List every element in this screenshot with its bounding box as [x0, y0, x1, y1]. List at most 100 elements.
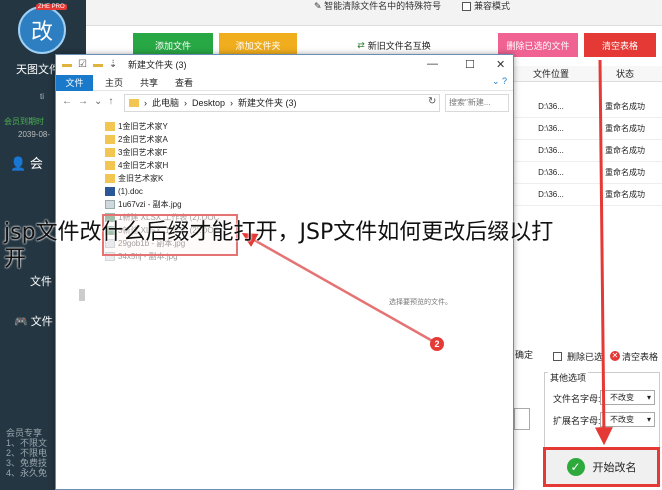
table-row[interactable]: D:\36... 重命名成功	[514, 184, 662, 206]
member-note: 会员专享	[6, 428, 43, 438]
file-list-item[interactable]: 4金旧艺术家H	[105, 159, 265, 172]
file-list-item[interactable]: 2金旧艺术家A	[105, 133, 265, 146]
quick-access-toolbar: ▬ ☑ ▬ ⇣	[62, 59, 117, 70]
delete-selected-label[interactable]: 删除已选	[567, 350, 603, 363]
file-list-item[interactable]: 金旧艺术家K	[105, 172, 265, 185]
folder-icon	[105, 135, 115, 144]
close-icon[interactable]: ✕	[496, 58, 505, 71]
cell-status: 重命名成功	[605, 190, 645, 199]
chevron-down-icon[interactable]: ⌄	[94, 96, 102, 107]
swap-names-label: 新旧文件名互换	[367, 40, 431, 51]
member-note: 3、免费技	[6, 458, 48, 468]
app-name: 天图文件	[16, 64, 60, 76]
member-note: 2、不限电	[6, 448, 48, 458]
member-expiry-label: 会员到期时	[4, 117, 44, 126]
folder-icon	[105, 174, 115, 183]
search-input[interactable]: 搜索"新建...	[445, 94, 509, 112]
breadcrumb-sep: ›	[230, 98, 234, 108]
sidebar-item-file-2[interactable]: 🎮 文件	[14, 313, 53, 329]
start-rename-button[interactable]: ✓ 开始改名	[543, 447, 660, 487]
explorer-titlebar[interactable]: ▬ ☑ ▬ ⇣ 新建文件夹 (3) — ☐ ✕	[56, 55, 513, 75]
address-row: ← → ⌄ ↑ › 此电脑 › Desktop › 新建文件夹 (3) ↻ 搜索…	[56, 94, 513, 114]
folder-icon	[105, 148, 115, 157]
cell-location: D:\36...	[538, 146, 564, 155]
clear-icon[interactable]: ✕	[610, 351, 620, 361]
app-title: ✎ 智能清除文件名中的特殊符号	[314, 0, 441, 12]
logo-char: 改	[30, 20, 53, 45]
checkbox-icon[interactable]: ☑	[78, 59, 87, 70]
clear-table-button[interactable]: 清空表格	[584, 33, 656, 57]
member-expiry-date: 2039-08-	[18, 130, 51, 139]
help-icon[interactable]: ⌄ ?	[492, 76, 507, 87]
cell-status: 重命名成功	[605, 124, 645, 133]
preview-message: 选择要预览的文件。	[389, 299, 452, 306]
cell-status: 重命名成功	[605, 168, 645, 177]
explorer-ribbon: 文件 主页 共享 查看 ⌄ ?	[56, 75, 513, 91]
nav-pane-scrollbar[interactable]	[79, 289, 85, 301]
file-list-item[interactable]: 1u67vzi - 副本.jpg	[105, 198, 265, 211]
tab-home[interactable]: 主页	[97, 75, 131, 91]
watermark-line: 开	[4, 247, 27, 272]
grid-header-status[interactable]: 状态	[588, 66, 662, 81]
options-title: 其他选项	[548, 371, 589, 384]
member-note: 1、不限文	[6, 438, 48, 448]
check-icon: ✓	[566, 458, 585, 476]
tab-share[interactable]: 共享	[132, 75, 166, 91]
forward-icon[interactable]: →	[78, 96, 88, 107]
word-doc-icon	[105, 187, 115, 196]
refresh-icon[interactable]: ↻	[428, 96, 436, 107]
explorer-title: 新建文件夹 (3)	[128, 60, 187, 70]
file-list-item[interactable]: 3金旧艺术家F	[105, 146, 265, 159]
member-notes: 会员专享 1、不限文 2、不限电 3、免费技 4、永久免	[6, 428, 47, 478]
breadcrumb-sep: ›	[184, 98, 188, 108]
grid-header-location[interactable]: 文件位置	[514, 66, 588, 81]
cell-location: D:\36...	[538, 124, 564, 133]
watermark-title: jsp文件改什么后缀才能打开，JSP文件如何更改后缀以打 开	[0, 219, 662, 273]
pin-icon[interactable]: ⇣	[109, 59, 117, 70]
cell-location: D:\36...	[538, 102, 564, 111]
table-row[interactable]: D:\36... 重命名成功	[514, 96, 662, 118]
table-row[interactable]: D:\36... 重命名成功	[514, 118, 662, 140]
file-name: 1u67vzi - 副本.jpg	[118, 200, 182, 209]
minimize-icon[interactable]: —	[427, 58, 438, 70]
side-input-box[interactable]	[514, 408, 530, 430]
user-icon: 👤	[10, 156, 27, 171]
swap-icon: ⇄	[357, 39, 365, 50]
up-icon[interactable]: ↑	[108, 96, 113, 107]
address-bar[interactable]: › 此电脑 › Desktop › 新建文件夹 (3)	[124, 94, 440, 112]
table-row[interactable]: D:\36... 重命名成功	[514, 140, 662, 162]
ext-case-select[interactable]: 不改变	[600, 412, 655, 427]
maximize-icon[interactable]: ☐	[465, 58, 475, 71]
folder-icon: ▬	[62, 59, 72, 70]
brush-icon: ✎	[314, 1, 322, 11]
breadcrumb-item[interactable]: Desktop	[192, 95, 225, 111]
breadcrumb-item[interactable]: 新建文件夹 (3)	[238, 95, 297, 111]
delete-selected-checkbox[interactable]	[553, 352, 562, 361]
file-case-label: 文件名字母:	[553, 394, 601, 404]
file-name: 3金旧艺术家F	[118, 148, 168, 157]
compat-mode-checkbox[interactable]	[462, 2, 471, 11]
grid-header: 文件位置 状态	[514, 66, 662, 82]
tab-view[interactable]: 查看	[167, 75, 201, 91]
image-file-icon	[105, 200, 115, 209]
back-icon[interactable]: ←	[62, 96, 72, 107]
start-rename-label: 开始改名	[592, 462, 637, 474]
confirm-button[interactable]: 确定	[515, 348, 533, 361]
sidebar-item-member[interactable]: 👤 会	[10, 153, 43, 172]
folder-small-icon[interactable]: ▬	[93, 59, 103, 70]
compat-mode-label: 兼容模式	[474, 1, 511, 11]
file-case-select[interactable]: 不改变	[600, 390, 655, 405]
sidebar-item-file[interactable]: 文件	[30, 273, 52, 289]
tab-file[interactable]: 文件	[56, 75, 93, 91]
breadcrumb-sep: ›	[144, 98, 147, 108]
file-list-item[interactable]: 1金旧艺术家Y	[105, 120, 265, 133]
sidebar-item-member-label: 会	[29, 156, 43, 171]
clear-table-link[interactable]: 清空表格	[622, 350, 658, 363]
file-list-item[interactable]: (1).doc	[105, 185, 265, 198]
callout-badge: 2	[430, 337, 444, 351]
file-name: 4金旧艺术家H	[118, 161, 169, 170]
file-name: 2金旧艺术家A	[118, 135, 168, 144]
table-row[interactable]: D:\36... 重命名成功	[514, 162, 662, 184]
watermark-line: jsp文件改什么后缀才能打开，JSP文件如何更改后缀以打	[4, 220, 554, 245]
breadcrumb-item[interactable]: 此电脑	[152, 95, 179, 111]
